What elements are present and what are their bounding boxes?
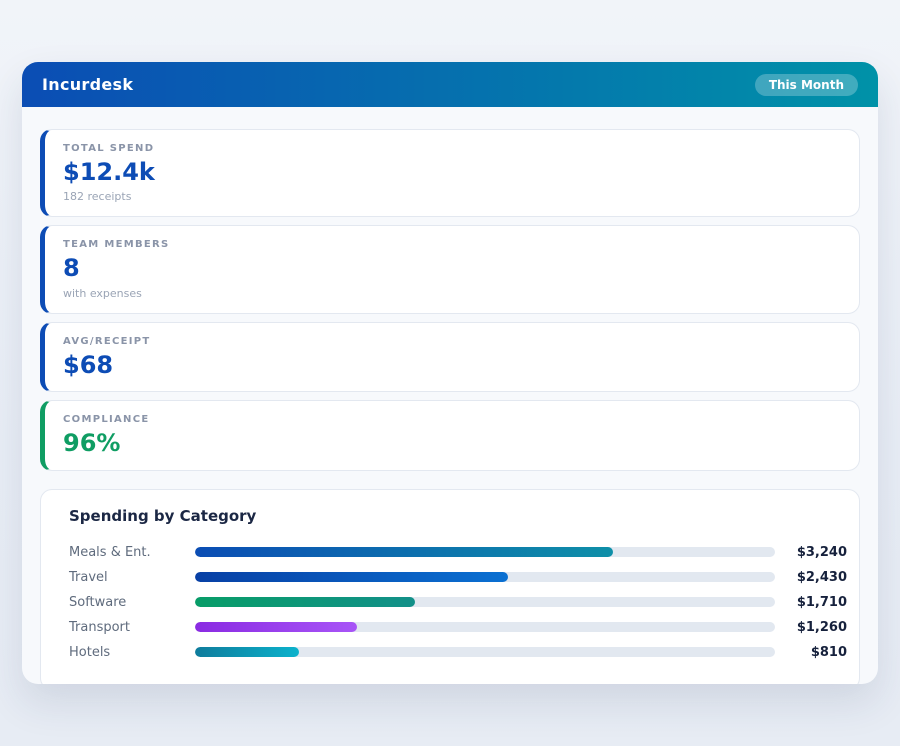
chart-row-meals: Meals & Ent. $3,240 [61, 540, 847, 565]
stat-label: AVG/RECEIPT [63, 336, 841, 347]
stat-card-team-members: TEAM MEMBERS 8 with expenses [40, 225, 860, 313]
bar-track [195, 572, 775, 582]
chart-row-travel: Travel $2,430 [61, 565, 847, 590]
category-label: Hotels [69, 645, 195, 660]
stat-label: TEAM MEMBERS [63, 239, 841, 250]
stat-card-compliance: COMPLIANCE 96% [40, 400, 860, 470]
category-label: Meals & Ent. [69, 545, 195, 560]
stat-label: COMPLIANCE [63, 414, 841, 425]
bar-fill [195, 547, 613, 557]
app-title: Incurdesk [42, 75, 133, 94]
app-header: Incurdesk This Month [22, 62, 878, 107]
bar-fill [195, 647, 299, 657]
stat-value: $68 [63, 352, 841, 378]
category-value: $1,260 [785, 620, 847, 635]
stat-value: $12.4k [63, 159, 841, 185]
chart-row-software: Software $1,710 [61, 590, 847, 615]
bar-fill [195, 597, 415, 607]
panel-body: TOTAL SPEND $12.4k 182 receipts TEAM MEM… [22, 107, 878, 684]
category-label: Travel [69, 570, 195, 585]
category-label: Software [69, 595, 195, 610]
chart-title: Spending by Category [69, 507, 847, 525]
chart-row-hotels: Hotels $810 [61, 640, 847, 665]
category-value: $1,710 [785, 595, 847, 610]
category-label: Transport [69, 620, 195, 635]
stat-subtext: 182 receipts [63, 190, 841, 203]
chart-rows: Meals & Ent. $3,240 Travel $2,430 Softwa… [61, 540, 847, 665]
category-value: $2,430 [785, 570, 847, 585]
category-value: $810 [785, 645, 847, 660]
bar-fill [195, 572, 508, 582]
period-badge[interactable]: This Month [755, 74, 858, 96]
chart-row-transport: Transport $1,260 [61, 615, 847, 640]
spending-by-category-chart: Spending by Category Meals & Ent. $3,240… [40, 489, 860, 684]
bar-track [195, 647, 775, 657]
stat-value: 8 [63, 255, 841, 281]
bar-fill [195, 622, 357, 632]
stat-card-avg-receipt: AVG/RECEIPT $68 [40, 322, 860, 392]
bar-track [195, 547, 775, 557]
bar-track [195, 597, 775, 607]
stat-value: 96% [63, 430, 841, 456]
stat-label: TOTAL SPEND [63, 143, 841, 154]
dashboard-panel: Incurdesk This Month TOTAL SPEND $12.4k … [22, 62, 878, 684]
stat-subtext: with expenses [63, 287, 841, 300]
bar-track [195, 622, 775, 632]
stat-card-total-spend: TOTAL SPEND $12.4k 182 receipts [40, 129, 860, 217]
category-value: $3,240 [785, 545, 847, 560]
